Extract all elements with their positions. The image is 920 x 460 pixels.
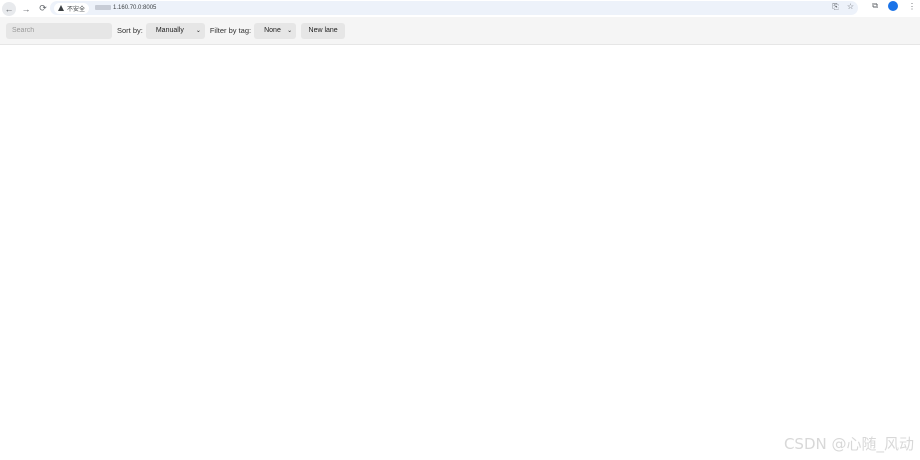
sort-select[interactable]: Manually ⌄ [145,22,205,39]
filter-tag-select[interactable]: None ⌄ [254,22,297,39]
sort-label: Sort by: [117,26,143,35]
forward-arrow-icon[interactable]: → [19,2,33,16]
star-icon[interactable]: ☆ [847,2,854,12]
filter-label: Filter by tag: [209,26,252,35]
sort-value: Manually [155,27,184,34]
kebab-menu-icon[interactable]: ⋮ [908,2,916,11]
chevron-down-icon: ⌄ [195,28,201,34]
address-bar[interactable]: 不安全 1.160.70.0:8005 ⎘ ☆ [50,1,858,15]
url-value: 1.160.70.0:8005 [113,5,157,12]
new-lane-button[interactable]: New lane [301,22,346,39]
reload-icon[interactable]: ⟳ [36,2,50,16]
translate-icon[interactable]: ⎘ [832,2,838,12]
warning-icon [58,5,64,11]
browser-toolbar: ← → ⟳ 不安全 1.160.70.0:8005 ⎘ ☆ ⧉ ⋮ [0,0,920,17]
search-input[interactable] [6,22,112,39]
security-label: 不安全 [67,6,86,13]
profile-icon[interactable] [888,1,898,11]
chevron-down-icon: ⌄ [287,28,293,34]
board-toolbar: Sort by: Manually ⌄ Filter by tag: None … [0,17,920,45]
url-text[interactable]: 1.160.70.0:8005 [95,4,157,12]
watermark: CSDN @心随_风动 [783,435,914,453]
filter-value: None [264,27,281,34]
url-blur [95,4,112,10]
security-indicator[interactable]: 不安全 [54,2,90,14]
puzzle-icon[interactable]: ⧉ [872,1,878,11]
back-arrow-icon[interactable]: ← [2,1,16,16]
